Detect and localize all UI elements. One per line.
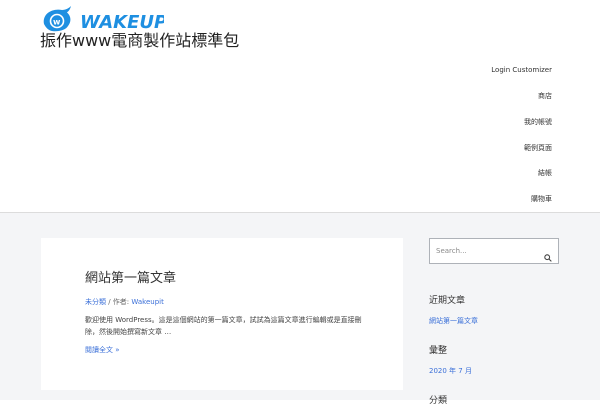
content-area: 網站第一篇文章 未分類 / 作者: Wakeupit 歡迎使用 WordPres… <box>0 213 600 406</box>
archives-title: 彙整 <box>429 346 448 356</box>
logo-wordmark: WAKEUP <box>80 12 164 33</box>
post-card: 網站第一篇文章 未分類 / 作者: Wakeupit 歡迎使用 WordPres… <box>41 238 403 390</box>
recent-post-link[interactable]: 網站第一篇文章 <box>429 316 478 326</box>
site-header: w WAKEUP 振作www電商製作站標準包 Login Customizer … <box>0 0 600 213</box>
svg-text:w: w <box>53 18 61 27</box>
post-author-prefix: / 作者: <box>106 298 132 306</box>
post-category-link[interactable]: 未分類 <box>85 298 106 306</box>
search-form <box>429 238 559 264</box>
post-meta: 未分類 / 作者: Wakeupit <box>85 297 164 307</box>
nav-item-shop[interactable]: 商店 <box>538 91 552 101</box>
search-icon[interactable] <box>544 254 552 262</box>
nav-item-sample-page[interactable]: 範例頁面 <box>524 143 552 153</box>
categories-title: 分類 <box>429 396 448 406</box>
read-more-link[interactable]: 閱讀全文 » <box>85 345 120 355</box>
nav-item-login-customizer[interactable]: Login Customizer <box>491 65 552 75</box>
nav-item-my-account[interactable]: 我的帳號 <box>524 117 552 127</box>
post-title[interactable]: 網站第一篇文章 <box>85 271 176 287</box>
archive-link[interactable]: 2020 年 7 月 <box>429 366 472 376</box>
post-author-link[interactable]: Wakeupit <box>131 298 163 306</box>
search-input[interactable] <box>436 244 536 257</box>
wakeup-logo[interactable]: w WAKEUP <box>40 6 164 34</box>
post-excerpt: 歡迎使用 WordPress。這是這個網站的第一篇文章，試試為這篇文章進行編輯或… <box>85 316 362 336</box>
recent-posts-title: 近期文章 <box>429 296 466 306</box>
nav-item-checkout[interactable]: 結帳 <box>538 168 552 178</box>
nav-item-cart[interactable]: 購物車 <box>531 194 552 204</box>
site-title[interactable]: 振作www電商製作站標準包 <box>40 31 239 51</box>
